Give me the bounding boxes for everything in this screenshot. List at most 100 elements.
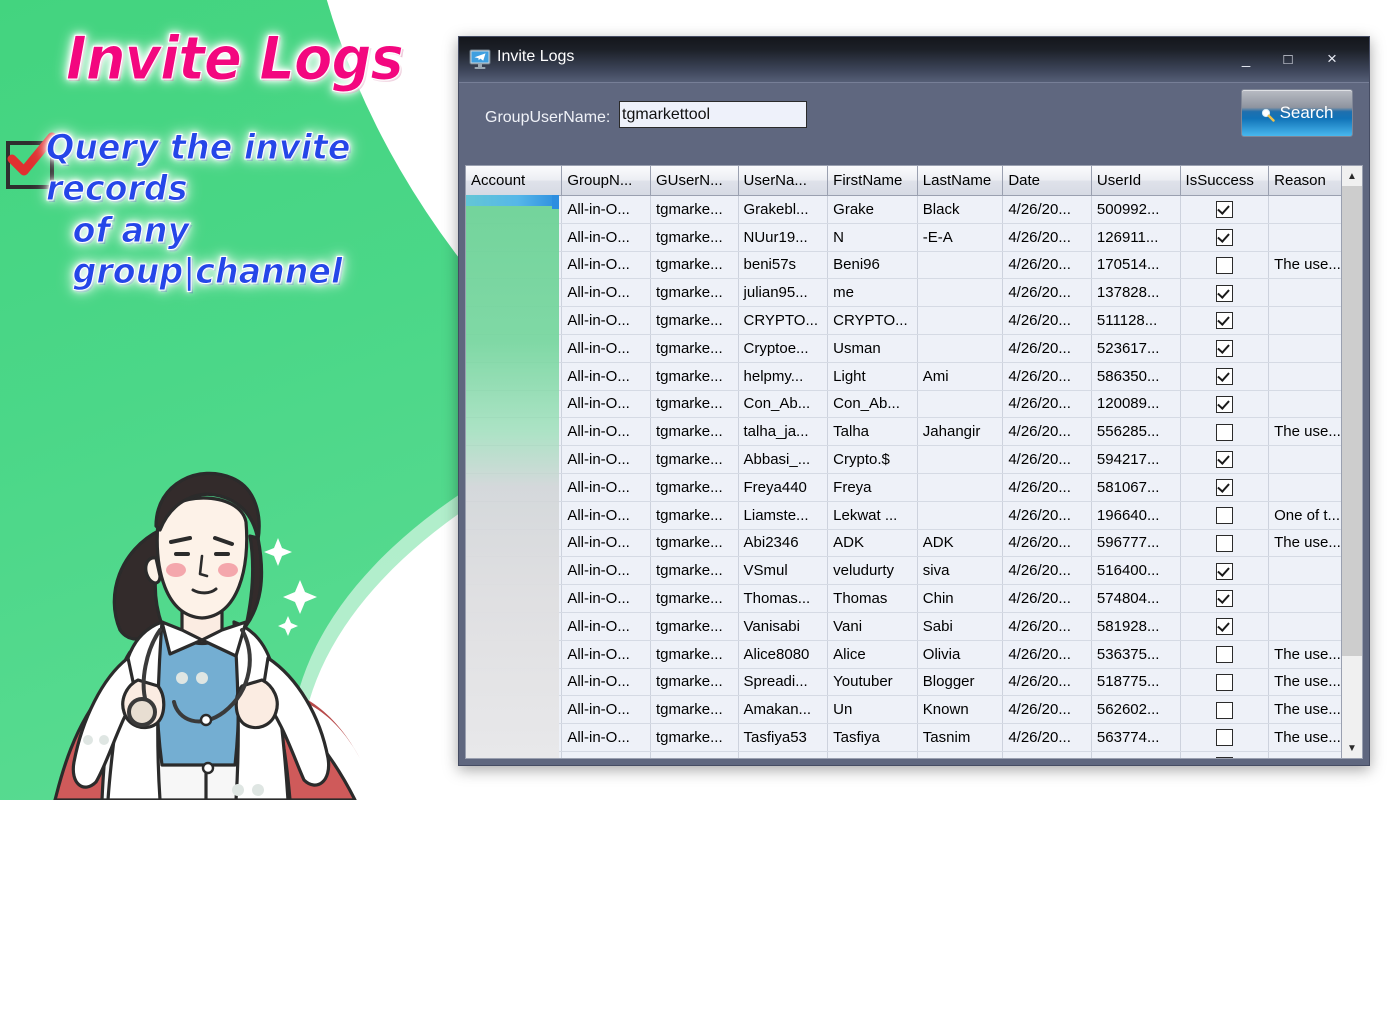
- cell-date[interactable]: 4/26/20...: [1002, 445, 1092, 474]
- cell-account[interactable]: [466, 695, 563, 725]
- cell-date[interactable]: 4/26/20...: [1002, 584, 1092, 613]
- cell-userid[interactable]: 516400...: [1091, 556, 1181, 586]
- cell-userid[interactable]: 170514...: [1091, 251, 1181, 280]
- cell-issuccess-checkbox[interactable]: [1180, 640, 1270, 669]
- checkbox-unchecked-icon[interactable]: [1215, 645, 1233, 663]
- cell-guser[interactable]: tgmarke...: [650, 473, 739, 502]
- cell-issuccess-checkbox[interactable]: [1180, 529, 1270, 558]
- cell-guser[interactable]: tgmarke...: [650, 223, 739, 252]
- cell-username[interactable]: Freya440: [738, 473, 829, 502]
- cell-date[interactable]: 4/26/20...: [1002, 195, 1092, 224]
- cell-last[interactable]: Hift: [917, 751, 1004, 758]
- cell-account[interactable]: [466, 723, 563, 752]
- cell-group[interactable]: All-in-O...: [561, 556, 651, 586]
- checkbox-checked-icon[interactable]: [1215, 395, 1233, 413]
- cell-guser[interactable]: tgmarke...: [650, 195, 739, 224]
- cell-issuccess-checkbox[interactable]: [1180, 417, 1270, 447]
- cell-first[interactable]: Youtuber: [827, 668, 918, 697]
- cell-issuccess-checkbox[interactable]: [1180, 556, 1270, 586]
- cell-last[interactable]: [917, 501, 1004, 530]
- cell-account[interactable]: [466, 390, 563, 419]
- cell-account[interactable]: [466, 529, 563, 558]
- cell-group[interactable]: All-in-O...: [561, 584, 651, 613]
- cell-account[interactable]: [466, 278, 563, 308]
- cell-username[interactable]: Alice8080: [738, 640, 829, 669]
- groupusername-input[interactable]: [619, 101, 807, 128]
- cell-date[interactable]: 4/26/20...: [1002, 278, 1092, 308]
- cell-username[interactable]: qahi6: [738, 751, 829, 758]
- cell-issuccess-checkbox[interactable]: [1180, 251, 1270, 280]
- cell-date[interactable]: 4/26/20...: [1002, 612, 1092, 641]
- chevron-up-icon[interactable]: ▲: [1342, 166, 1362, 186]
- cell-userid[interactable]: 500992...: [1091, 195, 1181, 224]
- cell-account[interactable]: [466, 473, 563, 502]
- cell-guser[interactable]: tgmarke...: [650, 334, 739, 363]
- scrollbar-thumb[interactable]: [1342, 186, 1362, 656]
- cell-guser[interactable]: tgmarke...: [650, 417, 739, 447]
- column-header-lastname[interactable]: LastName: [917, 166, 1004, 196]
- cell-issuccess-checkbox[interactable]: [1180, 723, 1270, 752]
- cell-first[interactable]: veludurty: [827, 556, 918, 586]
- cell-first[interactable]: ching: [827, 751, 918, 758]
- cell-group[interactable]: All-in-O...: [561, 417, 651, 447]
- column-header-account[interactable]: Account: [466, 166, 563, 196]
- cell-userid[interactable]: 586350...: [1091, 362, 1181, 391]
- cell-guser[interactable]: tgmarke...: [650, 612, 739, 641]
- cell-guser[interactable]: tgmarke...: [650, 445, 739, 474]
- cell-username[interactable]: Spreadi...: [738, 668, 829, 697]
- cell-userid[interactable]: 518775...: [1091, 668, 1181, 697]
- table-row[interactable]: All-in-O... tgmarke... Vanisabi Vani Sabi 4/2…: [466, 612, 1362, 641]
- table-row[interactable]: All-in-O... tgmarke... CRYPTO... CRYPTO... 4…: [466, 306, 1362, 335]
- cell-guser[interactable]: tgmarke...: [650, 390, 739, 419]
- cell-guser[interactable]: tgmarke...: [650, 584, 739, 613]
- cell-last[interactable]: Olivia: [917, 640, 1004, 669]
- cell-userid[interactable]: 563774...: [1091, 723, 1181, 752]
- cell-username[interactable]: Amakan...: [738, 695, 829, 725]
- cell-first[interactable]: Lekwat ...: [827, 501, 918, 530]
- cell-group[interactable]: All-in-O...: [561, 223, 651, 252]
- cell-guser[interactable]: tgmarke...: [650, 723, 739, 752]
- search-button[interactable]: Search: [1241, 89, 1353, 137]
- cell-first[interactable]: Grake: [827, 195, 918, 224]
- cell-group[interactable]: All-in-O...: [561, 362, 651, 391]
- cell-issuccess-checkbox[interactable]: [1180, 612, 1270, 641]
- cell-group[interactable]: All-in-O...: [561, 390, 651, 419]
- cell-username[interactable]: beni57s: [738, 251, 829, 280]
- cell-issuccess-checkbox[interactable]: [1180, 445, 1270, 474]
- cell-first[interactable]: Usman: [827, 334, 918, 363]
- cell-account[interactable]: [466, 668, 563, 697]
- cell-account[interactable]: [466, 417, 563, 447]
- cell-account[interactable]: [466, 445, 563, 474]
- table-row[interactable]: All-in-O... tgmarke... Thomas... Thomas Chin…: [466, 584, 1362, 613]
- cell-date[interactable]: 4/26/20...: [1002, 529, 1092, 558]
- table-row[interactable]: All-in-O... tgmarke... Cryptoe... Usman 4/26…: [466, 334, 1362, 363]
- cell-issuccess-checkbox[interactable]: [1180, 390, 1270, 419]
- table-row[interactable]: All-in-O... tgmarke... Liamste... Lekwat ..…: [466, 501, 1362, 530]
- cell-date[interactable]: 4/26/20...: [1002, 390, 1092, 419]
- table-row[interactable]: All-in-O... tgmarke... Alice8080 Alice Olivi…: [466, 640, 1362, 669]
- column-header-userna[interactable]: UserNa...: [738, 166, 829, 196]
- cell-account[interactable]: [466, 306, 563, 335]
- cell-username[interactable]: talha_ja...: [738, 417, 829, 447]
- cell-username[interactable]: helpmy...: [738, 362, 829, 391]
- cell-date[interactable]: 4/26/20...: [1002, 501, 1092, 530]
- cell-userid[interactable]: 562602...: [1091, 695, 1181, 725]
- cell-username[interactable]: CRYPTO...: [738, 306, 829, 335]
- cell-date[interactable]: 4/26/20...: [1002, 306, 1092, 335]
- table-row[interactable]: All-in-O... tgmarke... Tasfiya53 Tasfiya Tas…: [466, 723, 1362, 752]
- cell-group[interactable]: All-in-O...: [561, 640, 651, 669]
- cell-first[interactable]: Beni96: [827, 251, 918, 280]
- cell-group[interactable]: All-in-O...: [561, 529, 651, 558]
- cell-issuccess-checkbox[interactable]: [1180, 195, 1270, 224]
- cell-issuccess-checkbox[interactable]: [1180, 223, 1270, 252]
- cell-guser[interactable]: tgmarke...: [650, 751, 739, 758]
- checkbox-unchecked-icon[interactable]: [1215, 256, 1233, 274]
- minimize-button[interactable]: _: [1225, 37, 1267, 81]
- table-row[interactable]: All-in-O... tgmarke... Amakan... Un Known 4/2…: [466, 695, 1362, 725]
- cell-guser[interactable]: tgmarke...: [650, 501, 739, 530]
- checkbox-unchecked-icon[interactable]: [1215, 701, 1233, 719]
- checkbox-checked-icon[interactable]: [1215, 228, 1233, 246]
- cell-userid[interactable]: 604157...: [1091, 751, 1181, 758]
- cell-guser[interactable]: tgmarke...: [650, 251, 739, 280]
- column-header-issuccess[interactable]: IsSuccess: [1180, 166, 1270, 196]
